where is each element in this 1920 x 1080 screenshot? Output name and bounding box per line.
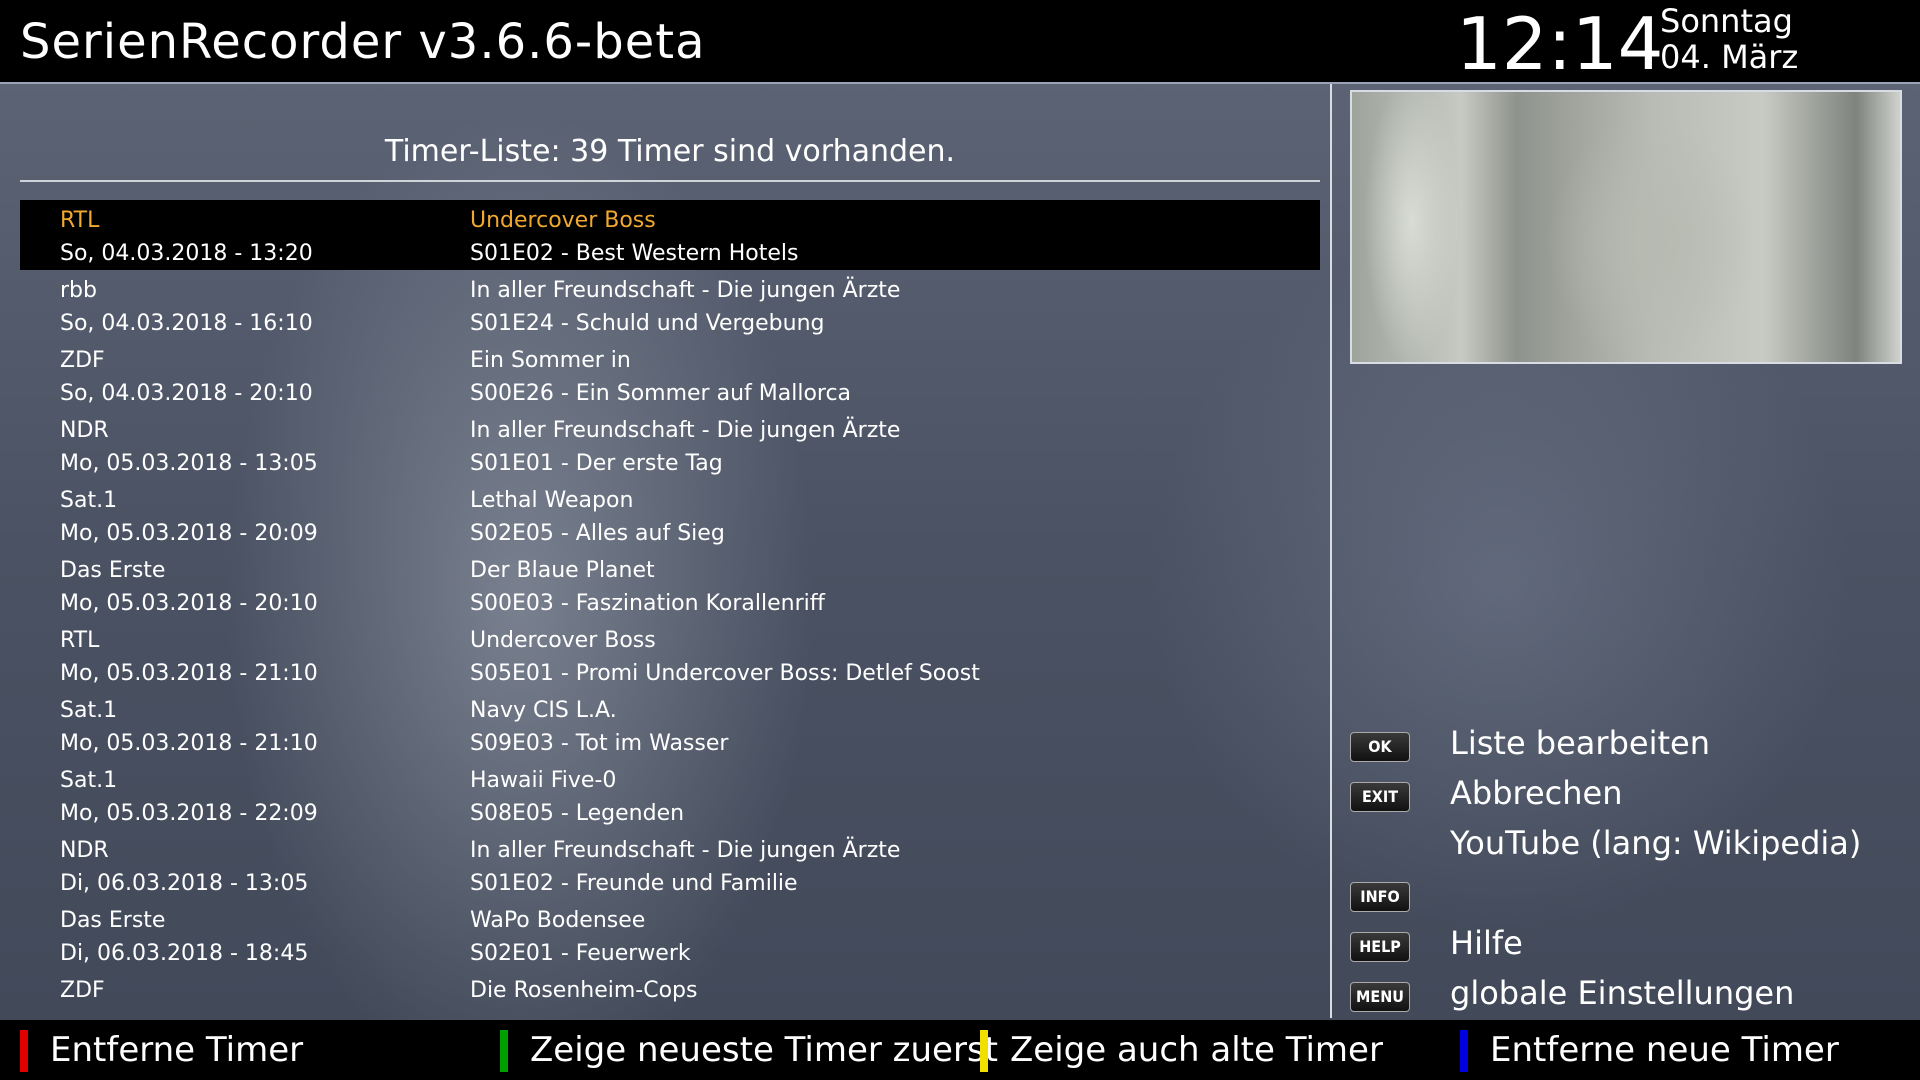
tv-preview <box>1350 90 1902 364</box>
app-title: SerienRecorder v3.6.6-beta <box>20 14 706 70</box>
timer-series: Lethal Weapon <box>470 488 634 513</box>
key-label: Hilfe <box>1450 924 1523 962</box>
timer-row[interactable]: Sat.1 Mo, 05.03.2018 - 21:10 Navy CIS L.A.… <box>20 690 1320 760</box>
green-button-icon[interactable] <box>500 1030 508 1072</box>
timer-channel: NDR <box>60 838 109 863</box>
timer-datetime: Mo, 05.03.2018 - 21:10 <box>60 661 318 686</box>
timer-episode: S05E01 - Promi Undercover Boss: Detlef S… <box>470 661 980 686</box>
timer-channel: rbb <box>60 278 97 303</box>
timer-episode: S01E02 - Freunde und Familie <box>470 871 798 896</box>
timer-episode: S01E24 - Schuld und Vergebung <box>470 311 825 336</box>
timer-row[interactable]: Sat.1 Mo, 05.03.2018 - 22:09 Hawaii Five-0… <box>20 760 1320 830</box>
blue-button-label[interactable]: Entferne neue Timer <box>1490 1030 1839 1070</box>
list-heading: Timer-Liste: 39 Timer sind vorhanden. <box>384 134 956 169</box>
timer-series: Navy CIS L.A. <box>470 698 617 723</box>
header-bar: SerienRecorder v3.6.6-beta 12:14 Sonntag… <box>0 0 1920 86</box>
key-info-icon[interactable]: INFO <box>1350 882 1410 912</box>
key-exit-icon[interactable]: EXIT <box>1350 782 1410 812</box>
timer-datetime: So, 04.03.2018 - 20:10 <box>60 381 313 406</box>
timer-channel: Das Erste <box>60 558 166 583</box>
clock-day: Sonntag <box>1660 2 1793 40</box>
timer-episode: S01E01 - Der erste Tag <box>470 451 723 476</box>
timer-series: Der Blaue Planet <box>470 558 655 583</box>
timer-row[interactable]: Das Erste Mo, 05.03.2018 - 20:10 Der Blaue… <box>20 550 1320 620</box>
timer-series: In aller Freundschaft - Die jungen Ärzte <box>470 418 901 443</box>
yellow-button-icon[interactable] <box>980 1030 988 1072</box>
timer-episode: S00E03 - Faszination Korallenriff <box>470 591 825 616</box>
timer-row[interactable]: ZDF Die Rosenheim-Cops <box>20 970 1320 1015</box>
timer-row[interactable]: rbb So, 04.03.2018 - 16:10 In aller Freund… <box>20 270 1320 340</box>
timer-channel: RTL <box>60 628 100 653</box>
timer-datetime: So, 04.03.2018 - 16:10 <box>60 311 313 336</box>
timer-series: In aller Freundschaft - Die jungen Ärzte <box>470 838 901 863</box>
timer-list[interactable]: RTL So, 04.03.2018 - 13:20 Undercover Boss… <box>20 200 1320 1015</box>
timer-datetime: So, 04.03.2018 - 13:20 <box>60 241 313 266</box>
key-label: globale Einstellungen <box>1450 974 1795 1012</box>
green-button-label[interactable]: Zeige neueste Timer zuerst <box>530 1030 998 1070</box>
timer-channel: RTL <box>60 208 100 233</box>
timer-datetime: Mo, 05.03.2018 - 21:10 <box>60 731 318 756</box>
key-label: Abbrechen <box>1450 774 1623 812</box>
timer-row[interactable]: NDR Di, 06.03.2018 - 13:05 In aller Freund… <box>20 830 1320 900</box>
timer-series: Ein Sommer in <box>470 348 631 373</box>
timer-series: In aller Freundschaft - Die jungen Ärzte <box>470 278 901 303</box>
timer-episode: S02E01 - Feuerwerk <box>470 941 691 966</box>
key-label: Liste bearbeiten <box>1450 724 1710 762</box>
key-label: YouTube (lang: Wikipedia) <box>1450 824 1862 862</box>
red-button-icon[interactable] <box>20 1030 28 1072</box>
timer-series: WaPo Bodensee <box>470 908 646 933</box>
timer-row[interactable]: Das Erste Di, 06.03.2018 - 18:45 WaPo Bode… <box>20 900 1320 970</box>
timer-row[interactable]: RTL Mo, 05.03.2018 - 21:10 Undercover Boss… <box>20 620 1320 690</box>
key-help-icon[interactable]: HELP <box>1350 932 1410 962</box>
timer-row[interactable]: RTL So, 04.03.2018 - 13:20 Undercover Boss… <box>20 200 1320 270</box>
timer-row[interactable]: NDR Mo, 05.03.2018 - 13:05 In aller Freund… <box>20 410 1320 480</box>
timer-row[interactable]: Sat.1 Mo, 05.03.2018 - 20:09 Lethal Weapon… <box>20 480 1320 550</box>
clock-date: 04. März <box>1660 38 1799 76</box>
red-button-label[interactable]: Entferne Timer <box>50 1030 303 1070</box>
panel-divider <box>1330 84 1332 1018</box>
timer-channel: NDR <box>60 418 109 443</box>
timer-channel: ZDF <box>60 348 105 373</box>
timer-episode: S00E26 - Ein Sommer auf Mallorca <box>470 381 852 406</box>
timer-series: Die Rosenheim-Cops <box>470 978 698 1003</box>
timer-channel: ZDF <box>60 978 105 1003</box>
timer-datetime: Di, 06.03.2018 - 18:45 <box>60 941 309 966</box>
key-menu-icon[interactable]: MENU <box>1350 982 1410 1012</box>
timer-series: Hawaii Five-0 <box>470 768 617 793</box>
timer-datetime: Mo, 05.03.2018 - 20:09 <box>60 521 318 546</box>
timer-series: Undercover Boss <box>470 628 656 653</box>
timer-episode: S09E03 - Tot im Wasser <box>470 731 729 756</box>
timer-datetime: Mo, 05.03.2018 - 20:10 <box>60 591 318 616</box>
timer-datetime: Di, 06.03.2018 - 13:05 <box>60 871 309 896</box>
list-divider <box>20 180 1320 182</box>
timer-channel: Das Erste <box>60 908 166 933</box>
key-ok-icon[interactable]: OK <box>1350 732 1410 762</box>
timer-episode: S02E05 - Alles auf Sieg <box>470 521 725 546</box>
timer-row[interactable]: ZDF So, 04.03.2018 - 20:10 Ein Sommer in S0… <box>20 340 1320 410</box>
yellow-button-label[interactable]: Zeige auch alte Timer <box>1010 1030 1383 1070</box>
timer-episode: S08E05 - Legenden <box>470 801 685 826</box>
timer-channel: Sat.1 <box>60 698 118 723</box>
timer-series: Undercover Boss <box>470 208 656 233</box>
clock-time: 12:14 <box>1456 2 1664 86</box>
timer-channel: Sat.1 <box>60 768 118 793</box>
timer-episode: S01E02 - Best Western Hotels <box>470 241 799 266</box>
timer-channel: Sat.1 <box>60 488 118 513</box>
blue-button-icon[interactable] <box>1460 1030 1468 1072</box>
timer-datetime: Mo, 05.03.2018 - 22:09 <box>60 801 318 826</box>
timer-datetime: Mo, 05.03.2018 - 13:05 <box>60 451 318 476</box>
